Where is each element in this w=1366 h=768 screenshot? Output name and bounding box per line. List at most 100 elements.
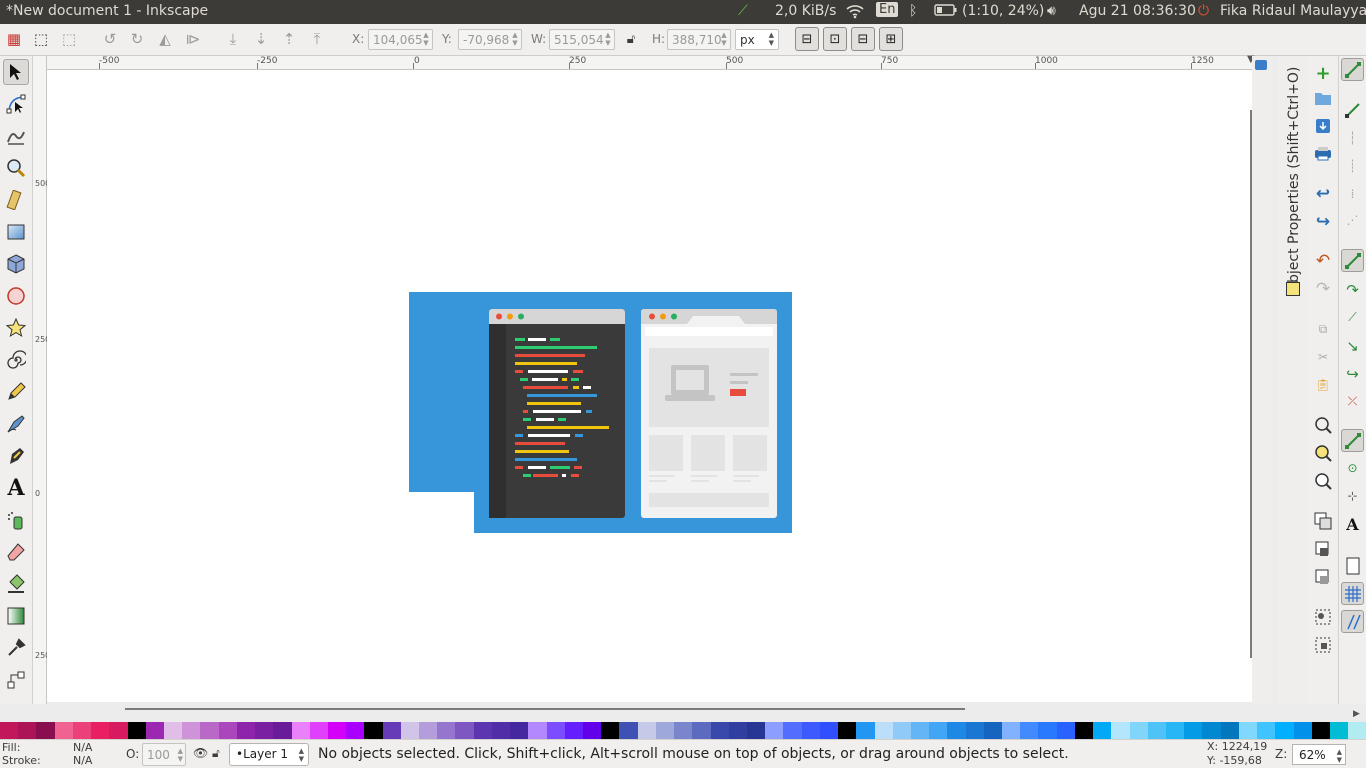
layer-select[interactable]: •Layer 1 ▲ ▼ [229, 743, 309, 766]
palette-swatch[interactable] [929, 722, 948, 739]
snap-smooth-nodes-icon[interactable]: ↪ [1341, 362, 1364, 385]
palette-swatch[interactable] [72, 722, 92, 739]
save-document-icon[interactable] [1312, 115, 1334, 137]
raise-to-top-icon[interactable]: ⤒ [306, 28, 328, 50]
palette-swatch[interactable] [1184, 722, 1203, 739]
palette-swatch[interactable] [1020, 722, 1039, 739]
palette-swatch[interactable] [528, 722, 547, 739]
lower-to-bottom-icon[interactable]: ⤓ [222, 28, 244, 50]
palette-swatch[interactable] [674, 722, 693, 739]
scale-corners-toggle-icon[interactable]: ⊡ [823, 27, 847, 51]
fill-value[interactable]: N/A [73, 741, 92, 754]
palette-swatch[interactable] [54, 722, 73, 739]
palette-swatch[interactable] [1275, 722, 1294, 739]
vertical-ruler[interactable]: 500 250 0 250 [33, 56, 50, 704]
dock-toggle-icon[interactable] [1255, 60, 1267, 70]
rotate-cw-icon[interactable]: ↻ [126, 28, 148, 50]
zoom-input[interactable]: 62% ▲ ▼ [1292, 744, 1346, 765]
palette-swatch[interactable] [765, 722, 784, 739]
tweak-tool-icon[interactable] [3, 123, 29, 149]
artwork-group[interactable] [409, 292, 792, 533]
palette-swatch[interactable] [1202, 722, 1221, 739]
palette-swatch[interactable] [1002, 722, 1021, 739]
scale-stroke-toggle-icon[interactable]: ⊟ [795, 27, 819, 51]
palette-swatch[interactable] [109, 722, 128, 739]
palette-swatch[interactable] [1129, 722, 1148, 739]
palette-swatch[interactable] [1348, 722, 1366, 739]
palette-swatch[interactable] [692, 722, 711, 739]
palette-swatch[interactable] [346, 722, 365, 739]
palette-swatch[interactable] [546, 722, 565, 739]
palette-swatch[interactable] [1111, 722, 1130, 739]
w-spin-arrows-icon[interactable]: ▲ ▼ [603, 31, 613, 48]
volume-icon[interactable]: 🔊︎ [1047, 3, 1056, 19]
duplicate-icon[interactable] [1312, 510, 1334, 532]
palette-swatch[interactable] [801, 722, 820, 739]
snap-guides-icon[interactable] [1341, 610, 1364, 633]
zoom-selection-icon[interactable] [1312, 414, 1334, 436]
palette-swatch[interactable] [510, 722, 529, 739]
snap-bbox-corner-icon[interactable]: ┊ [1341, 154, 1364, 177]
palette-swatch[interactable] [892, 722, 911, 739]
palette-swatch[interactable] [965, 722, 984, 739]
palette-swatch[interactable] [1038, 722, 1057, 739]
undo-icon[interactable]: ↶ [1312, 250, 1334, 272]
palette-swatch[interactable] [91, 722, 110, 739]
palette-swatch[interactable] [1311, 722, 1330, 739]
palette-swatch[interactable] [163, 722, 183, 739]
export-icon[interactable]: ↪ [1312, 211, 1334, 233]
palette-swatch[interactable] [419, 722, 438, 739]
palette-swatch[interactable] [309, 722, 328, 739]
battery-icon[interactable] [934, 3, 958, 21]
palette-swatch[interactable] [291, 722, 310, 739]
palette-swatch[interactable] [710, 722, 729, 739]
palette-swatch[interactable] [18, 722, 37, 739]
pencil-tool-icon[interactable] [3, 379, 29, 405]
palette-swatch[interactable] [236, 722, 256, 739]
palette-swatch[interactable] [655, 722, 675, 739]
move-gradients-toggle-icon[interactable]: ⊟ [851, 27, 875, 51]
palette-swatch[interactable] [910, 722, 930, 739]
snap-path-intersections-icon[interactable]: ⟋ [1341, 306, 1364, 329]
palette-swatch[interactable] [364, 722, 383, 739]
snap-bbox-edge-icon[interactable]: ┆ [1341, 126, 1364, 149]
redo-icon[interactable]: ↷ [1312, 278, 1334, 300]
palette-swatch[interactable] [327, 722, 347, 739]
network-speed[interactable]: 2,0 KiB/s [775, 3, 836, 19]
snap-bbox-midpoint-icon[interactable]: ⁞ [1341, 182, 1364, 205]
h-spin-arrows-icon[interactable]: ▲ ▼ [719, 31, 729, 48]
palette-swatch[interactable] [273, 722, 292, 739]
palette-swatch[interactable] [437, 722, 456, 739]
snap-nodes-icon[interactable] [1341, 249, 1364, 272]
opacity-input[interactable]: 100 ▲ ▼ [142, 743, 186, 766]
palette-swatch[interactable] [564, 722, 583, 739]
snap-paths-icon[interactable]: ↷ [1341, 278, 1364, 301]
snap-midpoints-icon[interactable]: ⤫ [1341, 390, 1364, 413]
gradient-tool-icon[interactable] [3, 603, 29, 629]
move-patterns-toggle-icon[interactable]: ⊞ [879, 27, 903, 51]
text-tool-icon[interactable]: A [3, 475, 29, 501]
unit-select[interactable]: px ▲ ▼ [735, 29, 779, 50]
palette-swatch[interactable] [0, 722, 19, 739]
palette-swatch[interactable] [1238, 722, 1258, 739]
color-palette[interactable] [0, 722, 1366, 739]
cut-icon[interactable]: ✂ [1312, 346, 1334, 368]
palette-swatch[interactable] [473, 722, 492, 739]
y-spin-arrows-icon[interactable]: ▲ ▼ [510, 31, 520, 48]
palette-swatch[interactable] [145, 722, 164, 739]
snap-rotation-center-icon[interactable]: ⊹ [1341, 484, 1364, 507]
import-icon[interactable]: ↩ [1312, 183, 1334, 205]
clock[interactable]: Agu 21 08:36:30 [1079, 3, 1196, 19]
group-icon[interactable] [1312, 606, 1334, 628]
wifi-icon[interactable] [845, 3, 865, 23]
stroke-value[interactable]: N/A [73, 754, 92, 767]
connector-tool-icon[interactable] [3, 667, 29, 693]
horizontal-ruler[interactable]: -500 -250 0 250 500 750 1000 1250 ▼ [47, 54, 1255, 70]
x-spin-arrows-icon[interactable]: ▲ ▼ [421, 31, 431, 48]
rectangle-tool-icon[interactable] [3, 219, 29, 245]
flip-horizontal-icon[interactable]: ◭ [154, 28, 176, 50]
eraser-tool-icon[interactable] [3, 539, 29, 565]
selector-tool-icon[interactable] [3, 59, 29, 85]
snap-enable-icon[interactable] [1341, 58, 1364, 81]
zoom-drawing-icon[interactable] [1312, 442, 1334, 464]
